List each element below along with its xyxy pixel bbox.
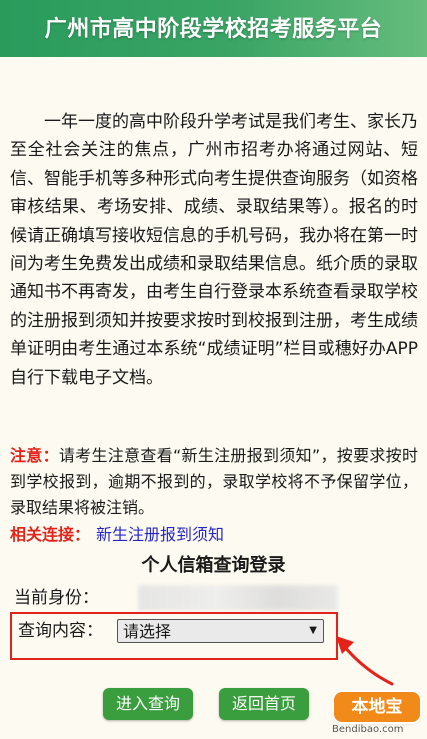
login-section-title: 个人信箱查询登录 xyxy=(141,555,286,576)
watermark-url: Bendibao.com xyxy=(332,724,404,735)
query-content-select[interactable]: 请选择 ▼ xyxy=(117,619,324,643)
related-label: 相关连接： xyxy=(10,525,91,544)
triangle-down-icon: ▼ xyxy=(309,625,317,636)
notice-label: 注意： xyxy=(10,446,59,465)
bendibao-logo: 本地宝 xyxy=(334,692,420,722)
header-bar: 广州市高中阶段学校招考服务平台 xyxy=(0,0,427,57)
identity-label: 当前身份： xyxy=(14,588,99,608)
registration-notice-link[interactable]: 新生注册报到须知 xyxy=(96,525,224,544)
enter-query-button[interactable]: 进入查询 xyxy=(103,688,193,720)
notice-text: 请考生注意查看“新生注册报到须知”，按要求按时到学校报到，逾期不报到的，录取学校… xyxy=(10,446,418,517)
identity-value-redacted xyxy=(138,585,338,611)
query-content-label: 查询内容： xyxy=(18,621,103,641)
notice-paragraph: 注意：请考生注意查看“新生注册报到须知”，按要求按时到学校报到，逾期不报到的，录… xyxy=(10,443,418,521)
back-home-button[interactable]: 返回首页 xyxy=(219,688,309,720)
annotation-arrow-icon xyxy=(336,636,394,686)
watermark: 本地宝 Bendibao.com xyxy=(328,682,427,739)
related-links: 相关连接： 新生注册报到须知 xyxy=(10,523,224,547)
select-value: 请选择 xyxy=(123,622,172,641)
page-title: 广州市高中阶段学校招考服务平台 xyxy=(44,17,383,42)
intro-paragraph: 一年一度的高中阶段升学考试是我们考生、家长乃至全社会关注的焦点，广州市招考办将通… xyxy=(10,112,418,388)
